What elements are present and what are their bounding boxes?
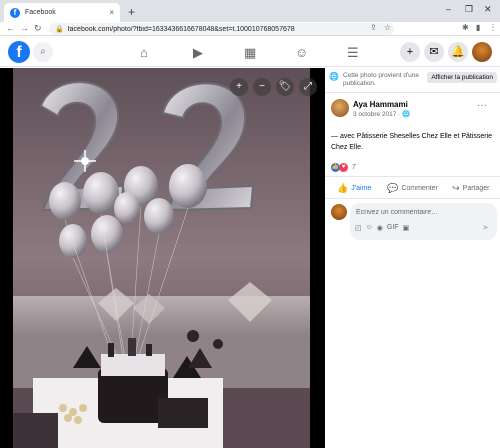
extensions-icon[interactable]: ✱ [462, 23, 469, 32]
notifications-bell-icon[interactable]: 🔔 [448, 42, 468, 62]
facebook-header: f ⌕ ⌂ ▶ ▦ ☺ ☰ + ✉ 🔔 [0, 37, 500, 67]
lock-icon[interactable]: 🔒 [55, 25, 64, 33]
info-icon: 🌐 [329, 72, 339, 81]
fullscreen-icon[interactable]: ⤢ [299, 78, 317, 96]
zoom-out-icon[interactable]: − [253, 78, 271, 96]
facebook-logo[interactable]: f [8, 41, 30, 63]
comment-input[interactable] [356, 207, 491, 217]
send-icon[interactable]: ➤ [482, 223, 489, 232]
show-publication-button[interactable]: Afficher la publication [427, 72, 497, 83]
home-icon[interactable]: ⌂ [140, 45, 148, 60]
browser-tab-strip: f Facebook × + – ❐ ✕ [0, 0, 500, 22]
account-avatar[interactable] [472, 42, 492, 62]
comment-button[interactable]: 💬 Commenter [383, 180, 441, 196]
back-icon[interactable]: ← [6, 23, 15, 33]
browser-toolbar: ← → ↻ 🔒 facebook.com/photo/?fbid=1633436… [0, 22, 500, 36]
author-avatar[interactable] [331, 99, 349, 117]
emoji-icon[interactable]: ☺ [366, 224, 373, 232]
chrome-menu-icon[interactable]: ⋮ [489, 23, 497, 32]
messenger-icon[interactable]: ✉ [424, 42, 444, 62]
comment-label: Commenter [401, 184, 438, 192]
groups-icon[interactable]: ☺ [295, 45, 308, 60]
thumbs-up-icon: 👍 [337, 182, 349, 193]
gif-icon[interactable]: GIF [387, 224, 399, 232]
post-actions: 👍 J'aime 💬 Commenter ↪ Partager [325, 180, 500, 196]
camera-icon[interactable]: ◉ [377, 224, 383, 232]
video-icon[interactable]: ▶ [193, 45, 203, 61]
photo-viewer: + − 🏷 ⤢ [0, 68, 325, 448]
side-panel-icon[interactable]: ▮ [476, 23, 480, 32]
url-text[interactable]: facebook.com/photo/?fbid=163343661667804… [68, 26, 295, 33]
sticker-icon[interactable]: ▣ [403, 224, 410, 232]
new-tab-button[interactable]: + [128, 5, 135, 19]
share-page-icon[interactable]: ⇪ [370, 23, 377, 32]
tab-title: Facebook [25, 9, 56, 16]
like-button[interactable]: 👍 J'aime [325, 180, 383, 196]
tab-close-icon[interactable]: × [109, 8, 114, 17]
divider [325, 176, 500, 177]
bookmark-star-icon[interactable]: ☆ [384, 23, 391, 32]
close-window-button[interactable]: ✕ [484, 4, 492, 15]
tag-icon[interactable]: 🏷 [276, 78, 294, 96]
share-button[interactable]: ↪ Partager [442, 180, 500, 196]
commenter-avatar [331, 204, 347, 220]
zoom-in-icon[interactable]: + [230, 78, 248, 96]
author-name[interactable]: Aya Hammami [353, 100, 408, 109]
post-side-panel: 🌐 Cette photo provient d'une publication… [325, 68, 500, 448]
create-plus-icon[interactable]: + [400, 42, 420, 62]
composer-tools: ◰ ☺ ◉ GIF ▣ [355, 224, 409, 232]
maximize-button[interactable]: ❐ [465, 4, 473, 15]
birthday-photo [13, 68, 310, 448]
search-icon[interactable]: ⌕ [33, 42, 53, 62]
share-label: Partager [462, 184, 490, 192]
reaction-count: 7 [352, 164, 356, 171]
forward-icon[interactable]: → [20, 23, 29, 33]
browser-tab[interactable]: f Facebook × [4, 3, 120, 22]
post-date[interactable]: 3 octobre 2017 · 🌐 [353, 110, 410, 118]
like-label: J'aime [351, 184, 372, 192]
more-options-icon[interactable]: ··· [477, 100, 487, 111]
avatar-sticker-icon[interactable]: ◰ [355, 224, 362, 232]
share-icon: ↪ [452, 182, 460, 193]
marketplace-icon[interactable]: ▦ [244, 45, 256, 61]
post-caption: — avec Pâtisserie Sheselles Chez Elle et… [331, 133, 493, 151]
minimize-button[interactable]: – [446, 4, 451, 14]
divider [325, 92, 500, 93]
address-bar[interactable]: 🔒 facebook.com/photo/?fbid=1633436616678… [49, 23, 394, 35]
love-reaction-icon: ♥ [339, 163, 348, 172]
source-notice: 🌐 Cette photo provient d'une publication… [329, 72, 497, 88]
divider [325, 198, 500, 199]
source-note-text: Cette photo provient d'une publication. [342, 72, 420, 87]
comment-icon: 💬 [387, 182, 399, 193]
menu-icon[interactable]: ☰ [347, 45, 359, 61]
reload-icon[interactable]: ↻ [34, 23, 42, 34]
reactions-summary[interactable]: 👍 ♥ 7 [331, 163, 356, 172]
comment-composer[interactable]: ◰ ☺ ◉ GIF ▣ ➤ [350, 203, 497, 240]
facebook-favicon-icon: f [10, 7, 20, 18]
